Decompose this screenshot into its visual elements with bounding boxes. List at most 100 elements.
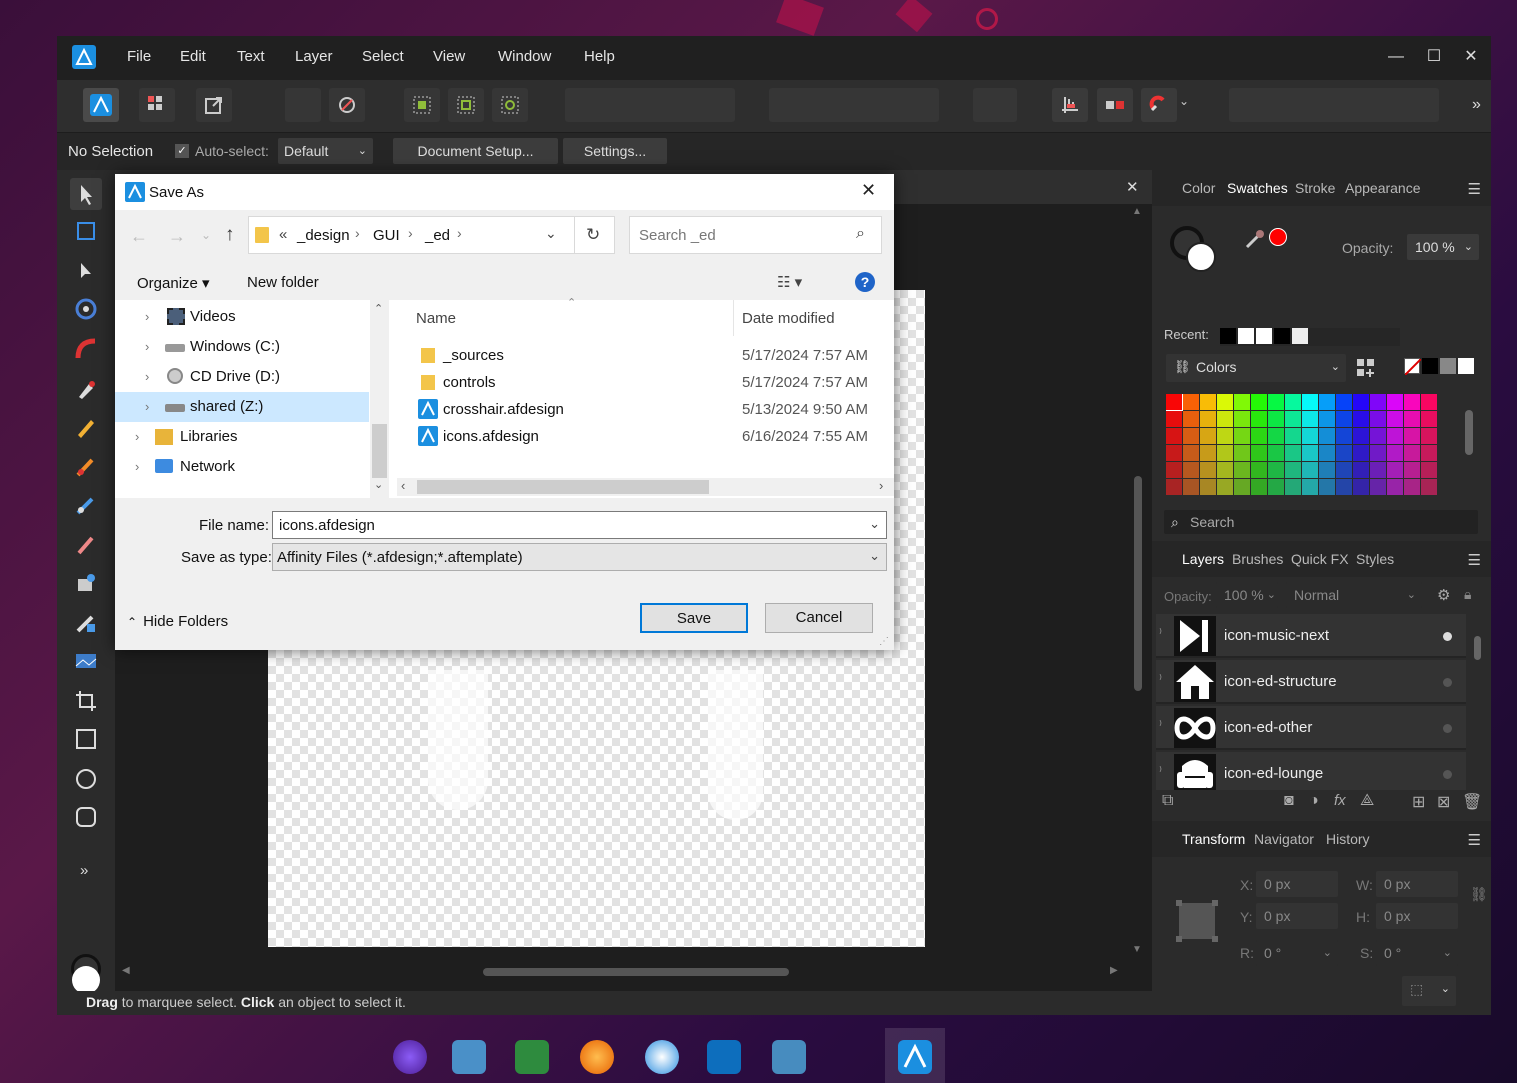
file-row-icons[interactable]: icons.afdesign 6/16/2024 7:55 AM <box>389 423 894 450</box>
tab-navigator[interactable]: Navigator <box>1254 831 1314 847</box>
scroll-down-arrow-icon[interactable]: ▼ <box>1132 944 1142 955</box>
transform-options-button[interactable]: ⬚ ⌄ <box>1402 976 1456 1006</box>
fx-icon[interactable]: fx <box>1334 792 1346 809</box>
swatch-cell[interactable] <box>1200 462 1216 478</box>
swatch-cell[interactable] <box>1183 394 1199 410</box>
swatch-cell[interactable] <box>1421 445 1437 461</box>
organize-button[interactable]: Organize ▾ <box>137 274 210 292</box>
close-window-button[interactable]: ✕ <box>1456 44 1486 70</box>
color-picker-icon[interactable] <box>1244 228 1266 250</box>
taskbar-godot-icon[interactable] <box>772 1040 806 1074</box>
scroll-down-arrow-icon[interactable]: ⌄ <box>374 478 383 491</box>
recent-swatch[interactable] <box>1256 328 1272 344</box>
designer-persona-button[interactable] <box>83 88 119 122</box>
swatch-cell[interactable] <box>1268 394 1284 410</box>
layer-visibility-toggle[interactable] <box>1443 724 1452 733</box>
move-tool-icon[interactable] <box>70 178 102 210</box>
nav-item-cd-drive-d[interactable]: › CD Drive (D:) <box>115 362 369 392</box>
back-arrow-icon[interactable]: ← <box>130 226 148 247</box>
w-input[interactable]: 0 px <box>1376 871 1458 897</box>
swatch-cell[interactable] <box>1404 411 1420 427</box>
swatch-cell[interactable] <box>1370 462 1386 478</box>
minimize-button[interactable]: — <box>1381 44 1411 70</box>
canvas-horizontal-scrollbar[interactable] <box>483 968 789 976</box>
menu-window[interactable]: Window <box>498 48 551 65</box>
tab-color[interactable]: Color <box>1182 180 1215 196</box>
swatch-cell[interactable] <box>1302 445 1318 461</box>
swatch-cell[interactable] <box>1234 428 1250 444</box>
menu-text[interactable]: Text <box>237 48 265 65</box>
hide-folders-button[interactable]: ⌃ Hide Folders <box>127 613 228 630</box>
none-color-swatch[interactable] <box>1404 358 1422 376</box>
toolbar-overflow-button[interactable]: » <box>1472 96 1481 114</box>
menu-help[interactable]: Help <box>584 48 615 65</box>
swatch-cell[interactable] <box>1285 428 1301 444</box>
swatch-cell[interactable] <box>1353 479 1369 495</box>
swatch-cell[interactable] <box>1370 479 1386 495</box>
swatch-cell[interactable] <box>1404 445 1420 461</box>
swatch-cell[interactable] <box>1217 479 1233 495</box>
auto-select-checkbox[interactable]: ✓ <box>175 144 189 158</box>
file-row-sources[interactable]: _sources 5/17/2024 7:57 AM <box>389 342 894 369</box>
swatch-cell[interactable] <box>1285 394 1301 410</box>
menu-view[interactable]: View <box>433 48 465 65</box>
column-header-name[interactable]: Name <box>416 310 456 327</box>
mask-icon[interactable]: ◙ <box>1284 792 1294 810</box>
swatch-cell[interactable] <box>1404 428 1420 444</box>
layers-scrollbar[interactable] <box>1474 636 1481 660</box>
snap-grid-button[interactable] <box>1052 88 1088 122</box>
tab-styles[interactable]: Styles <box>1356 551 1394 567</box>
nav-scrollbar-track[interactable]: ⌃ ⌄ <box>370 300 389 498</box>
artboard-tool-icon[interactable] <box>73 218 99 244</box>
y-input[interactable]: 0 px <box>1256 903 1338 929</box>
swatch-cell[interactable] <box>1336 445 1352 461</box>
layer-expand-icon[interactable]: ⁾ <box>1159 626 1162 640</box>
swatch-cell[interactable] <box>1387 479 1403 495</box>
view-options-icon[interactable]: ☷ ▾ <box>777 273 802 291</box>
new-folder-button[interactable]: New folder <box>247 274 319 291</box>
swatch-cell[interactable] <box>1183 479 1199 495</box>
close-document-icon[interactable]: ✕ <box>1126 178 1139 196</box>
swatch-cell[interactable] <box>1166 479 1182 495</box>
swatch-cell[interactable] <box>1285 479 1301 495</box>
swatch-cell[interactable] <box>1302 411 1318 427</box>
taskbar-file-explorer-icon[interactable] <box>452 1040 486 1074</box>
swatch-cell[interactable] <box>1234 479 1250 495</box>
save-type-dropdown[interactable]: Affinity Files (*.afdesign;*.aftemplate)… <box>272 543 887 571</box>
lock-aspect-icon[interactable]: ⛓ <box>1470 886 1488 903</box>
h-input[interactable]: 0 px <box>1376 903 1458 929</box>
maximize-button[interactable]: ☐ <box>1419 44 1449 70</box>
swatch-cell[interactable] <box>1319 411 1335 427</box>
help-icon[interactable]: ? <box>855 272 875 292</box>
tab-swatches[interactable]: Swatches <box>1227 180 1288 196</box>
corner-tool-icon[interactable] <box>73 336 99 362</box>
expand-chevron-icon[interactable]: › <box>145 392 149 422</box>
swatch-cell[interactable] <box>1268 411 1284 427</box>
swatch-cell[interactable] <box>1268 479 1284 495</box>
swatch-cell[interactable] <box>1183 445 1199 461</box>
swatch-cell[interactable] <box>1200 411 1216 427</box>
point-transform-tool-icon[interactable] <box>73 296 99 322</box>
swatch-cell[interactable] <box>1370 428 1386 444</box>
swatch-cell[interactable] <box>1319 394 1335 410</box>
layer-expand-icon[interactable]: ⁾ <box>1159 672 1162 686</box>
transform-button[interactable] <box>973 88 1017 122</box>
x-input[interactable]: 0 px <box>1256 871 1338 897</box>
swatch-cell[interactable] <box>1251 411 1267 427</box>
adjustment-icon[interactable]: ◑ <box>1309 792 1319 810</box>
white-swatch[interactable] <box>1458 358 1474 374</box>
tab-layers[interactable]: Layers <box>1182 551 1224 567</box>
settings-button[interactable]: Settings... <box>563 138 667 164</box>
taskbar-app-icon-1[interactable] <box>393 1040 427 1074</box>
swatch-cell[interactable] <box>1217 394 1233 410</box>
swatch-cell[interactable] <box>1387 462 1403 478</box>
current-color-swatch[interactable] <box>1269 228 1287 246</box>
layer-opacity-dropdown[interactable]: 100 % ⌄ <box>1216 582 1278 608</box>
swatch-cell[interactable] <box>1217 428 1233 444</box>
layer-settings-gear-icon[interactable]: ⚙ <box>1437 586 1450 604</box>
expand-chevron-icon[interactable]: › <box>145 332 149 362</box>
swatch-cell[interactable] <box>1234 411 1250 427</box>
add-layer-icon[interactable]: ⊞ <box>1412 792 1425 812</box>
snapping-settings-button[interactable] <box>329 88 365 122</box>
snapping-magnet-button[interactable] <box>1141 88 1177 122</box>
